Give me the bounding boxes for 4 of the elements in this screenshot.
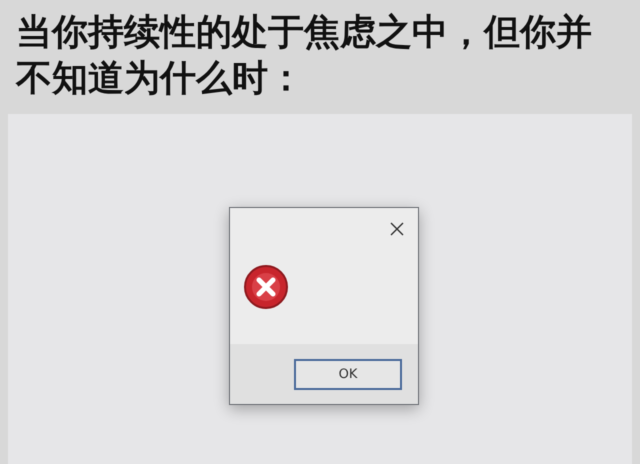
ok-button[interactable]: OK bbox=[294, 358, 402, 390]
caption-text: 当你持续性的处于焦虑之中，但你并不知道为什么时： bbox=[14, 11, 593, 101]
error-icon bbox=[243, 264, 289, 310]
close-icon[interactable] bbox=[390, 222, 404, 236]
